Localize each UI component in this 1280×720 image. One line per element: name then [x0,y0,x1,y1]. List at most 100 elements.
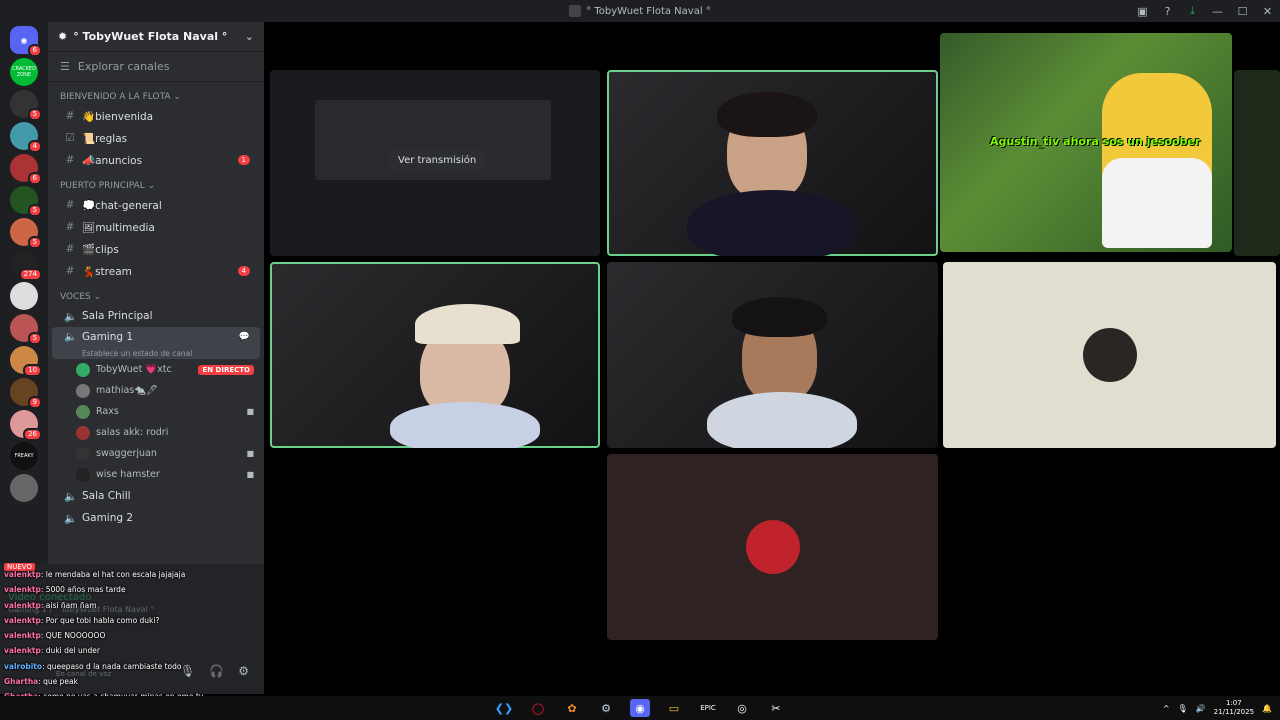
chat-text: : que peak [38,677,78,687]
maximize-button[interactable]: ☐ [1230,5,1255,18]
channel-bienvenida[interactable]: # 👋bienvenida [52,105,260,127]
server-badge: 5 [27,332,42,345]
voice-channel-gaming-1[interactable]: 🔈 Gaming 1 💬 Establece un estado de canal [52,327,260,359]
epic-games-icon[interactable]: EPIC [698,699,718,717]
webcam-shirt [687,190,857,256]
server-icon[interactable]: 5 [10,218,42,249]
title-bar: ° TobyWuet Flota Naval ° ▣ ? ⤓ — ☐ ✕ [0,0,1280,22]
server-badge: 5 [27,204,42,217]
chat-message: valenktp: QUE NOOOOOO [4,628,304,643]
speaker-icon: 🔈 [64,512,78,525]
category-voices[interactable]: VOCES ⌄ [48,282,264,305]
server-icon[interactable] [10,474,38,502]
minimize-button[interactable]: — [1205,5,1230,18]
webcam-shirt [707,392,857,448]
clock[interactable]: 1:07 21/11/2025 [1214,699,1254,717]
chevron-down-icon: ⌄ [244,30,254,43]
microphone-tray-icon[interactable]: 🎙 [1178,704,1188,713]
download-icon[interactable]: ⤓ [1180,4,1205,18]
meme-video-tile[interactable]: Agustin_tiv ahora sos un jesoober [940,33,1232,252]
server-freaky[interactable]: FREAKY [10,442,38,470]
server-badge: 26 [23,428,42,441]
chat-bubble-icon[interactable]: 💬 [239,332,250,342]
channel-status[interactable]: Establece un estado de canal [64,349,250,358]
voice-user[interactable]: TobyWuet 💗xtc EN DIRECTO [48,359,264,380]
video-tile[interactable] [607,70,938,256]
webcam-hair [732,297,827,337]
chat-message: valenktp: 5000 años mas tarde [4,582,304,597]
avatar [76,404,90,419]
channel-stream[interactable]: # 💃stream 4 [52,260,260,282]
voice-channel-gaming-2[interactable]: 🔈 Gaming 2 [52,507,260,529]
server-cracked-zone[interactable]: CRACKED ZONE [10,58,38,86]
video-tile[interactable] [607,262,938,448]
channel-label: Gaming 2 [82,512,134,524]
user-name: wise hamster [96,469,160,480]
server-icon[interactable]: 4 [10,122,42,153]
avatar [76,446,90,461]
taskbar: ❮❯ ◯ ✿ ⚙ ◉ ▭ EPIC ◎ ✂ ^ 🎙 🔊 1:07 21/11/2… [0,696,1280,720]
server-icon[interactable]: 5 [10,90,42,121]
channel-label: 💃stream [82,265,132,278]
opera-icon[interactable]: ◯ [528,699,548,717]
voice-channel-sala-principal[interactable]: 🔈 Sala Principal [52,305,260,327]
channel-chat-general[interactable]: # 💭chat-general [52,194,260,216]
channel-clips[interactable]: # 🎬clips [52,238,260,260]
server-icon[interactable]: 26 [10,410,42,441]
channel-reglas[interactable]: ☑ 📜reglas [52,127,260,149]
help-icon[interactable]: ? [1155,5,1180,18]
server-icon[interactable]: 5 [10,186,42,217]
notification-bell-icon[interactable]: 🔔 [1262,704,1272,713]
channel-anuncios[interactable]: # 📣anuncios 1 [52,149,260,171]
category-label: PUERTO PRINCIPAL [60,181,145,191]
webcam-shirt [390,402,540,448]
voice-user[interactable]: mathias🐀🖊 [48,380,264,401]
steam-icon[interactable]: ⚙ [596,699,616,717]
close-button[interactable]: ✕ [1255,5,1280,18]
chat-message: valenktp: aisi ñam ñam [4,598,304,613]
guild-header[interactable]: ✹ ° TobyWuet Flota Naval ° ⌄ [48,22,264,52]
server-icon[interactable]: 274 [10,250,42,281]
clock-time: 1:07 [1225,699,1242,707]
server-icon[interactable]: 10 [10,346,42,377]
watch-stream-button[interactable]: Ver transmisión [388,150,487,171]
video-tile[interactable] [270,262,600,448]
homer-figure [1102,73,1212,248]
volume-icon[interactable]: 🔊 [1196,704,1206,713]
guild-icon [569,5,582,17]
vscode-icon[interactable]: ❮❯ [494,699,514,717]
chat-text: : Por que tobi habla como duki? [40,615,160,625]
category-welcome[interactable]: BIENVENIDO A LA FLOTA ⌄ [48,82,264,105]
window-title: ° TobyWuet Flota Naval ° [569,5,711,17]
avatar-tile[interactable] [607,454,938,640]
explore-channels-button[interactable]: ☰ Explorar canales [48,52,264,82]
chevron-up-icon[interactable]: ^ [1163,704,1170,713]
category-port[interactable]: PUERTO PRINCIPAL ⌄ [48,171,264,194]
chat-username: valenktp [4,631,41,641]
obs-icon[interactable]: ◎ [732,699,752,717]
camera-icon: ■ [246,407,254,416]
fl-studio-icon[interactable]: ✿ [562,699,582,717]
meme-caption-text: ahora sos un jesoober [1059,135,1201,148]
voice-user[interactable]: Raxs ■ [48,401,264,422]
video-tile-partial[interactable] [1234,70,1280,256]
file-explorer-icon[interactable]: ▭ [664,699,684,717]
discord-icon[interactable]: ◉ [630,699,650,717]
user-name: swaggerjuan [96,448,157,459]
inbox-icon[interactable]: ▣ [1130,5,1155,18]
server-icon[interactable]: 9 [10,378,42,409]
webcam-hair [717,92,817,137]
hash-icon: # [65,221,75,233]
server-icon[interactable] [10,282,38,310]
server-icon[interactable]: 5 [10,314,42,345]
voice-user[interactable]: swaggerjuan ■ [48,443,264,464]
voice-user[interactable]: salas akk: rodri [48,422,264,443]
discord-home-icon[interactable]: ◉ 6 [10,26,42,57]
avatar-tile[interactable] [943,262,1276,448]
capcut-icon[interactable]: ✂ [766,699,786,717]
stream-preview-tile[interactable]: Ver transmisión [270,70,600,256]
channel-multimedia[interactable]: # 🖼multimedia [52,216,260,238]
voice-channel-sala-chill[interactable]: 🔈 Sala Chill [52,485,260,507]
voice-user[interactable]: wise hamster ■ [48,464,264,485]
server-icon[interactable]: 6 [10,154,42,185]
